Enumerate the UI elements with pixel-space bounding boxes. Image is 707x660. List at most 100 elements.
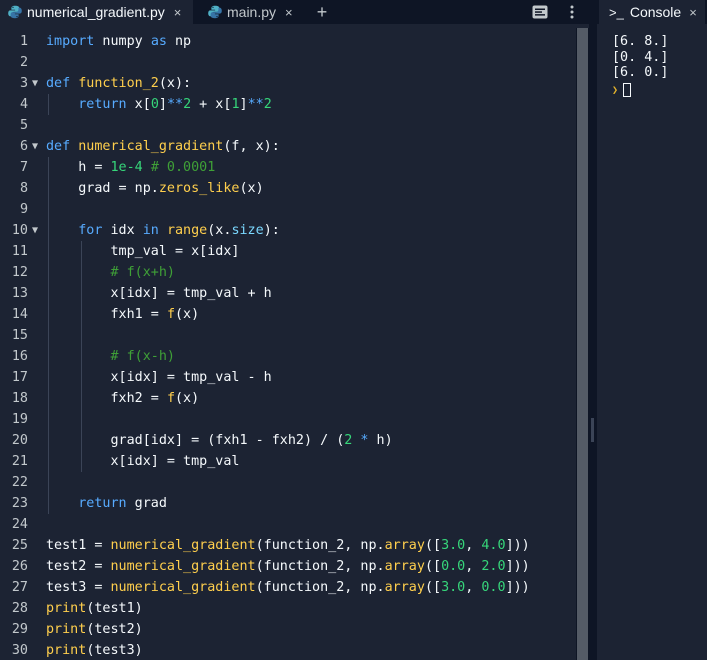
close-icon[interactable]: ×: [174, 5, 182, 20]
code-token: 1e-4: [110, 160, 143, 175]
code-token: as: [150, 34, 167, 49]
code-line[interactable]: 22: [0, 472, 576, 493]
code-line[interactable]: 3 ▼ def function_2(x):: [0, 73, 576, 94]
close-icon[interactable]: ×: [285, 5, 293, 20]
code-line[interactable]: 20 grad[idx] = (fxh1 - fxh2) / (2 * h): [0, 430, 576, 451]
code-line[interactable]: 28 print(test1): [0, 598, 576, 619]
code-text: x[idx] = tmp_val: [46, 451, 239, 472]
console-tab-bar: >_ Console ×: [597, 0, 707, 24]
tab-numerical-gradient[interactable]: numerical_gradient.py ×: [0, 0, 193, 24]
code-token: h =: [46, 160, 111, 175]
code-line[interactable]: 2: [0, 52, 576, 73]
code-token: 4.0: [481, 538, 506, 553]
code-line[interactable]: 26 test2 = numerical_gradient(function_2,…: [0, 556, 576, 577]
code-text: grad[idx] = (fxh1 - fxh2) / (2 * h): [46, 430, 392, 451]
pane-resize-handle[interactable]: [591, 418, 594, 442]
code-token: (x): [239, 181, 264, 196]
more-options-icon[interactable]: [563, 3, 581, 21]
code-line[interactable]: 19: [0, 409, 576, 430]
code-line[interactable]: 21 x[idx] = tmp_val: [0, 451, 576, 472]
code-line[interactable]: 17 x[idx] = tmp_val - h: [0, 367, 576, 388]
console-output[interactable]: [6. 8.] [0. 4.] [6. 0.] ❯: [612, 34, 668, 98]
code-line[interactable]: 10 ▼ for idx in range(x.size):: [0, 220, 576, 241]
line-number: 15: [11, 328, 28, 343]
code-token: ([: [424, 580, 442, 595]
fold-arrow-icon[interactable]: ▼: [32, 220, 38, 241]
code-token: f: [166, 307, 175, 322]
code-token: **: [247, 97, 264, 112]
code-line[interactable]: 4 return x[0]**2 + x[1]**2: [0, 94, 576, 115]
code-line[interactable]: 11 tmp_val = x[idx]: [0, 241, 576, 262]
code-line[interactable]: 23 return grad: [0, 493, 576, 514]
code-token: 1: [231, 97, 240, 112]
code-token: np: [166, 34, 192, 49]
code-token: print: [46, 643, 87, 658]
line-number: 4: [19, 97, 28, 112]
code-text: test1 = numerical_gradient(function_2, n…: [46, 535, 530, 556]
editor-scrollbar[interactable]: [576, 28, 589, 660]
close-icon[interactable]: ×: [689, 5, 697, 20]
code-line[interactable]: 5: [0, 115, 576, 136]
code-token: (function_2, np.: [255, 580, 385, 595]
console-prompt[interactable]: ❯: [612, 83, 668, 99]
add-tab-button[interactable]: +: [313, 0, 331, 24]
code-token: 3.0: [441, 538, 466, 553]
line-number: 30: [11, 643, 28, 658]
code-line[interactable]: 24: [0, 514, 576, 535]
code-token: test2 =: [46, 559, 111, 574]
code-token: ]: [239, 97, 248, 112]
code-token: x[idx] = tmp_val - h: [46, 370, 272, 385]
code-line[interactable]: 13 x[idx] = tmp_val + h: [0, 283, 576, 304]
pane-divider[interactable]: [589, 0, 597, 660]
line-number: 24: [11, 517, 28, 532]
line-number: 9: [19, 202, 28, 217]
code-line[interactable]: 7 h = 1e-4 # 0.0001: [0, 157, 576, 178]
line-number: 2: [19, 55, 28, 70]
line-number: 16: [11, 349, 28, 364]
code-editor[interactable]: 1 import numpy as np 2 3 ▼ def function_2(x):…: [0, 31, 576, 660]
code-text: # f(x+h): [46, 262, 176, 283]
line-number: 1: [19, 34, 28, 49]
line-number: 19: [11, 412, 28, 427]
code-line[interactable]: 16 # f(x-h): [0, 346, 576, 367]
code-token: ([: [424, 559, 442, 574]
code-line[interactable]: 1 import numpy as np: [0, 31, 576, 52]
code-token: 0: [150, 97, 159, 112]
code-token: ])): [505, 559, 530, 574]
editor-tab-bar: numerical_gradient.py × main.py × +: [0, 0, 589, 24]
format-icon[interactable]: [531, 3, 549, 21]
scrollbar-thumb[interactable]: [577, 28, 588, 660]
code-line[interactable]: 9: [0, 199, 576, 220]
code-token: **: [166, 97, 184, 112]
code-line[interactable]: 12 # f(x+h): [0, 262, 576, 283]
code-line[interactable]: 29 print(test2): [0, 619, 576, 640]
code-line[interactable]: 14 fxh1 = f(x): [0, 304, 576, 325]
code-line[interactable]: 27 test3 = numerical_gradient(function_2,…: [0, 577, 576, 598]
fold-arrow-icon[interactable]: ▼: [32, 73, 38, 94]
fold-arrow-icon[interactable]: ▼: [32, 136, 38, 157]
code-token: print: [46, 601, 87, 616]
code-line[interactable]: 8 grad = np.zeros_like(x): [0, 178, 576, 199]
code-token: return: [78, 496, 127, 511]
code-token: (f, x):: [223, 139, 280, 154]
code-line[interactable]: 6 ▼ def numerical_gradient(f, x):: [0, 136, 576, 157]
code-text: return grad: [46, 493, 167, 514]
code-line[interactable]: 30 print(test3): [0, 640, 576, 660]
code-token: numerical_gradient: [110, 559, 256, 574]
tab-console[interactable]: >_ Console ×: [599, 0, 705, 24]
code-line[interactable]: 18 fxh2 = f(x): [0, 388, 576, 409]
code-token: 0.0: [481, 580, 506, 595]
code-line[interactable]: 15: [0, 325, 576, 346]
code-token: def: [46, 76, 71, 91]
code-token: return: [78, 97, 127, 112]
code-line[interactable]: 25 test1 = numerical_gradient(function_2,…: [0, 535, 576, 556]
console-output-line: [6. 0.]: [612, 65, 669, 80]
tab-main-py[interactable]: main.py ×: [200, 0, 306, 24]
code-text: for idx in range(x.size):: [46, 220, 280, 241]
code-token: function_2: [78, 76, 159, 91]
text-cursor: [623, 83, 632, 98]
line-number: 27: [11, 580, 28, 595]
